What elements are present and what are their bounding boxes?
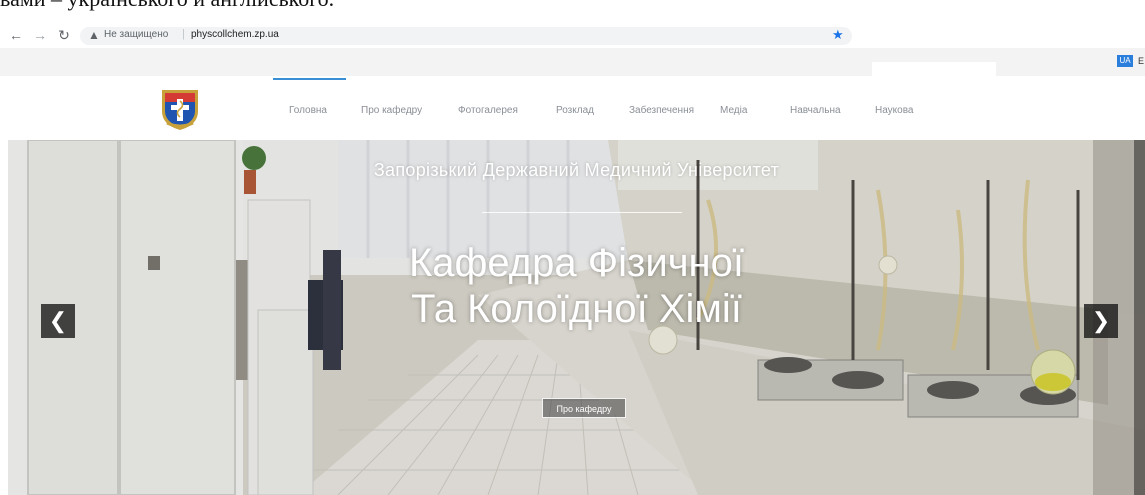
reload-icon[interactable]: ↻ [56, 27, 72, 44]
nav-educational[interactable]: Навчальна [790, 105, 841, 116]
url-separator: | [182, 28, 185, 40]
hero-subtitle: Запорізький Державний Медичний Університ… [373, 160, 780, 180]
language-badge[interactable]: UA [1117, 55, 1133, 67]
url-text[interactable]: physcollchem.zp.ua [191, 29, 279, 40]
security-warning: Не защищено [104, 29, 169, 40]
hero-title-line-1: Кафедра Фізичної [408, 241, 745, 285]
warning-icon: ▲ [88, 28, 100, 42]
nav-about-department[interactable]: Про кафедру [361, 105, 422, 116]
nav-active-indicator [273, 78, 346, 80]
document-text: вами – українського и англійського. [0, 0, 334, 12]
hero-title: Кафедра Фізичної Та Колоїдної Хімії [8, 240, 1145, 332]
hero-slider: Запорізький Державний Медичний Університ… [8, 140, 1145, 495]
bookmark-star-icon[interactable]: ★ [832, 27, 844, 43]
address-bar[interactable]: ▲ Не защищено | physcollchem.zp.ua ★ [80, 27, 852, 45]
language-next[interactable]: E [1138, 55, 1144, 67]
back-arrow-icon[interactable]: ← [8, 27, 24, 43]
nav-provision[interactable]: Забезпечення [629, 105, 694, 116]
slider-prev-icon[interactable]: ❮ [41, 304, 75, 338]
hero-title-line-2: Та Колоїдної Хімії [411, 287, 742, 331]
nav-media[interactable]: Медіа [720, 105, 747, 116]
browser-toolbar: ← → ↻ ▲ Не защищено | physcollchem.zp.ua… [0, 24, 852, 48]
site-header: Головна Про кафедру Фотогалерея Розклад … [0, 76, 1145, 140]
document-text-line: вами – українського и англійського. [0, 0, 1145, 24]
slider-next-icon[interactable]: ❯ [1084, 304, 1118, 338]
forward-arrow-icon[interactable]: → [32, 27, 48, 43]
nav-home[interactable]: Головна [289, 105, 327, 116]
nav-scientific[interactable]: Наукова [875, 105, 913, 116]
hero-divider [482, 212, 682, 213]
university-crest-icon[interactable] [159, 87, 201, 131]
nav-photo-gallery[interactable]: Фотогалерея [458, 105, 518, 116]
about-department-button[interactable]: Про кафедру [542, 398, 626, 418]
nav-schedule[interactable]: Розклад [556, 105, 594, 116]
